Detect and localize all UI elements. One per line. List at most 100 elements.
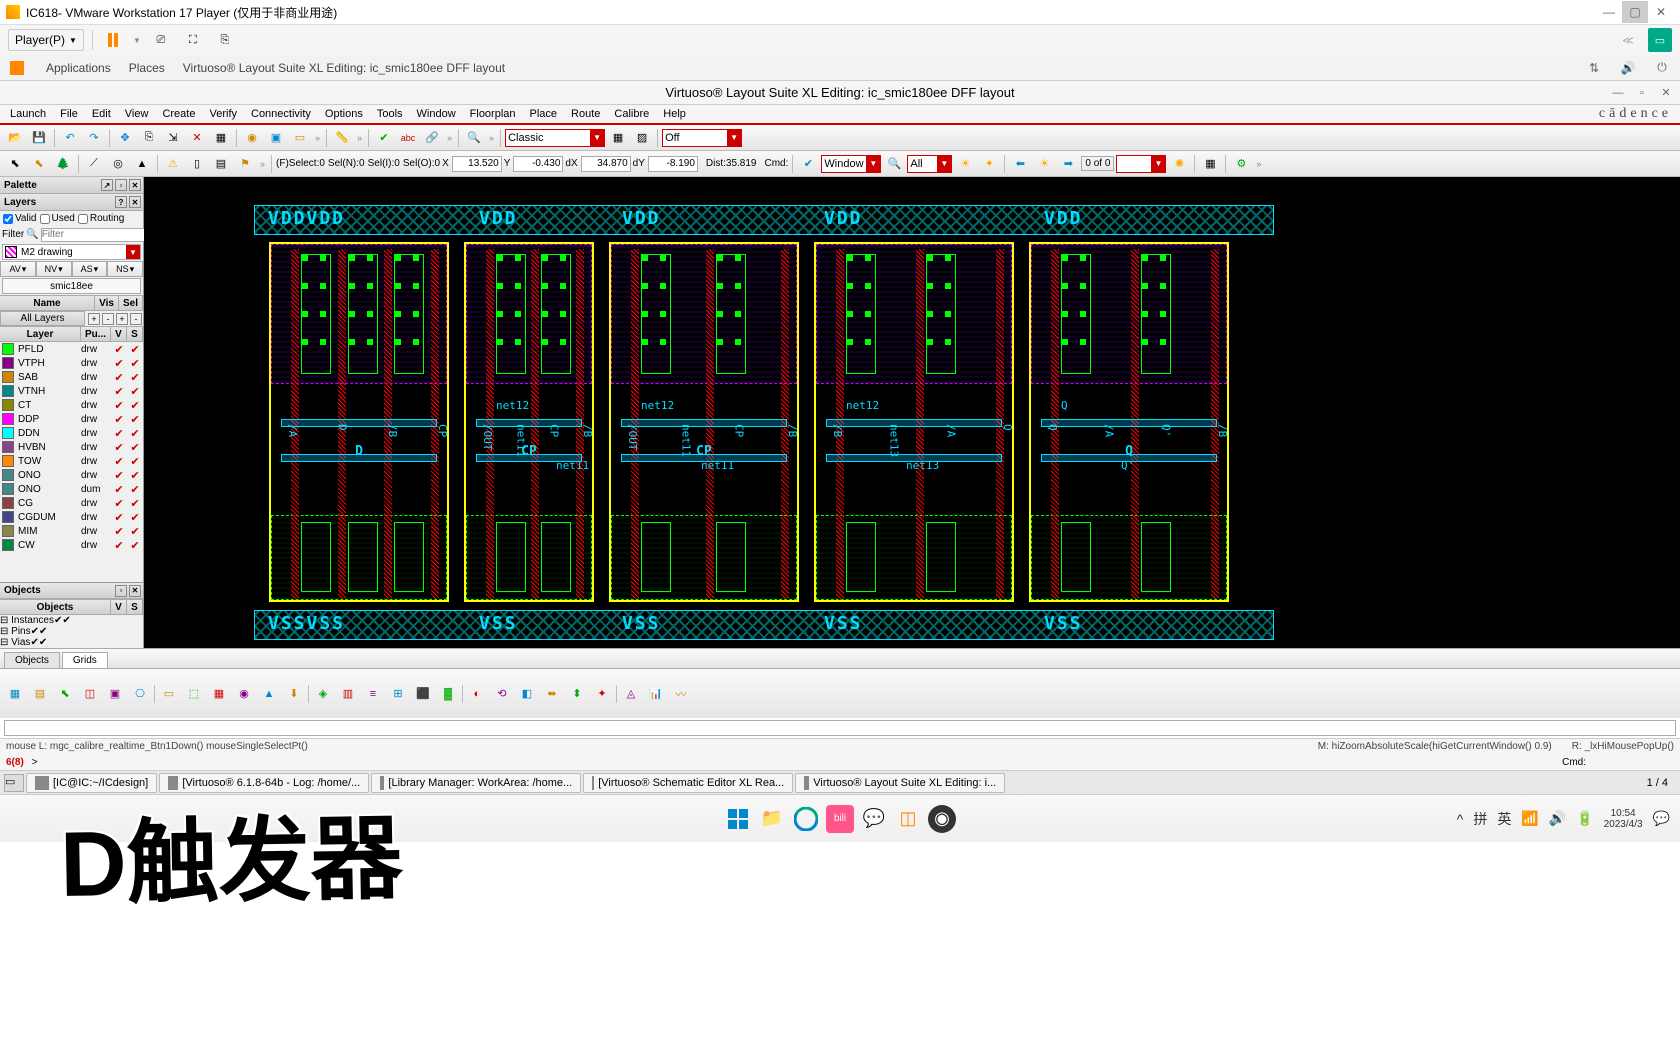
palette-close[interactable]: ✕ bbox=[129, 179, 141, 191]
ocol-v[interactable]: V bbox=[111, 600, 127, 614]
menu-launch[interactable]: Launch bbox=[4, 106, 52, 122]
move-icon[interactable]: ✥ bbox=[114, 128, 136, 148]
valid-check[interactable]: Valid bbox=[3, 213, 37, 224]
col-name[interactable]: Name bbox=[0, 296, 95, 310]
layer-list[interactable]: PFLDdrw✔✔VTPHdrw✔✔SABdrw✔✔VTNHdrw✔✔CTdrw… bbox=[0, 342, 143, 582]
wifi-icon[interactable]: 📶 bbox=[1521, 810, 1538, 827]
notif-icon[interactable]: 💬 bbox=[1653, 810, 1670, 827]
vmware-close[interactable]: ✕ bbox=[1648, 1, 1674, 23]
vmware-tb-icon[interactable]: ◫ bbox=[894, 805, 922, 833]
active-window-title[interactable]: Virtuoso® Layout Suite XL Editing: ic_sm… bbox=[183, 61, 505, 75]
tab-objects[interactable]: Objects bbox=[4, 652, 60, 668]
ime-lang[interactable]: 英 bbox=[1497, 809, 1511, 829]
menu-create[interactable]: Create bbox=[156, 106, 201, 122]
layers-opt[interactable]: ? bbox=[115, 196, 127, 208]
menu-connectivity[interactable]: Connectivity bbox=[245, 106, 317, 122]
bilibili-icon[interactable]: bili bbox=[826, 805, 854, 833]
routing-check[interactable]: Routing bbox=[78, 213, 124, 224]
back-icon[interactable]: ≪ bbox=[1616, 28, 1640, 52]
workspace-select[interactable]: Classic▼ bbox=[505, 129, 605, 147]
task-4[interactable]: Virtuoso® Layout Suite XL Editing: i... bbox=[795, 773, 1005, 793]
btm-tool-18[interactable]: ◐ bbox=[466, 684, 488, 704]
wire-icon[interactable]: ▭ bbox=[289, 128, 311, 148]
grid-icon[interactable]: ▦ bbox=[1199, 154, 1221, 174]
btm-tool-12[interactable]: ◈ bbox=[312, 684, 334, 704]
layer-row[interactable]: SABdrw✔✔ bbox=[0, 370, 143, 384]
tab-grids[interactable]: Grids bbox=[62, 652, 108, 668]
layers-close[interactable]: ✕ bbox=[129, 196, 141, 208]
menu-verify[interactable]: Verify bbox=[203, 106, 243, 122]
used-check[interactable]: Used bbox=[40, 213, 75, 224]
btm-tool-24[interactable]: ◬ bbox=[620, 684, 642, 704]
btm-tool-9[interactable]: ◉ bbox=[233, 684, 255, 704]
all-select[interactable]: All▼ bbox=[907, 155, 952, 173]
btm-tool-7[interactable]: ⬚ bbox=[183, 684, 205, 704]
path-icon[interactable]: ⟋ bbox=[83, 154, 105, 174]
col-s[interactable]: S bbox=[127, 327, 143, 341]
obs-icon[interactable]: ◉ bbox=[928, 805, 956, 833]
highlight-icon[interactable]: ⬉ bbox=[28, 154, 50, 174]
menu-view[interactable]: View bbox=[119, 106, 155, 122]
menu-floorplan[interactable]: Floorplan bbox=[464, 106, 522, 122]
palette-min[interactable]: ▫ bbox=[115, 179, 127, 191]
btm-tool-26[interactable]: 〰 bbox=[670, 684, 692, 704]
layer-row[interactable]: DDPdrw✔✔ bbox=[0, 412, 143, 426]
btm-tool-2[interactable]: ⬉ bbox=[54, 684, 76, 704]
vmware-maximize[interactable]: ▢ bbox=[1622, 1, 1648, 23]
zoom2-icon[interactable]: 🔍 bbox=[883, 154, 905, 174]
btm-tool-1[interactable]: ▤ bbox=[29, 684, 51, 704]
y-coord[interactable] bbox=[513, 156, 563, 172]
unity-icon[interactable]: ⎘ bbox=[213, 28, 237, 52]
menu-options[interactable]: Options bbox=[319, 106, 369, 122]
btm-tool-3[interactable]: ◫ bbox=[79, 684, 101, 704]
report-icon[interactable]: ▤ bbox=[210, 154, 232, 174]
flag-icon[interactable]: ⚑ bbox=[234, 154, 256, 174]
select-icon[interactable]: ⬉ bbox=[4, 154, 26, 174]
player-menu[interactable]: Player(P)▼ bbox=[8, 29, 84, 51]
target-icon[interactable]: ◎ bbox=[107, 154, 129, 174]
fullscreen-icon[interactable]: ⛶ bbox=[181, 28, 205, 52]
dx-coord[interactable] bbox=[581, 156, 631, 172]
layout-canvas[interactable]: VDDVDDVDDVDDVDDVDDVSSVSSVSSVSSVSSVSSD/AD… bbox=[144, 177, 1680, 648]
sun2-icon[interactable]: ☀ bbox=[1033, 154, 1055, 174]
obj-opt[interactable]: ▫ bbox=[115, 585, 127, 597]
object-row[interactable]: ⊟ Pins✔✔ bbox=[0, 626, 143, 637]
btm-tool-21[interactable]: ⬌ bbox=[541, 684, 563, 704]
x-coord[interactable] bbox=[452, 156, 502, 172]
btm-tool-8[interactable]: ▦ bbox=[208, 684, 230, 704]
sound-icon[interactable]: 🔊 bbox=[1549, 810, 1566, 827]
spark-icon[interactable]: ✦ bbox=[978, 154, 1000, 174]
ws-save-icon[interactable]: ▦ bbox=[607, 128, 629, 148]
layer-row[interactable]: CTdrw✔✔ bbox=[0, 398, 143, 412]
palette-undock[interactable]: ↗ bbox=[101, 179, 113, 191]
btm-tool-11[interactable]: ⬇ bbox=[283, 684, 305, 704]
battery-icon[interactable]: 🔋 bbox=[1576, 810, 1593, 827]
filter-search-icon[interactable]: 🔍 bbox=[26, 229, 38, 240]
start-icon[interactable] bbox=[724, 805, 752, 833]
wechat-icon[interactable]: 💬 bbox=[860, 805, 888, 833]
info-icon[interactable]: ▭ bbox=[1648, 28, 1672, 52]
task-1[interactable]: [Virtuoso® 6.1.8-64b - Log: /home/... bbox=[159, 773, 369, 793]
mode-select[interactable]: Off▼ bbox=[662, 129, 742, 147]
copy-icon[interactable]: ⎘ bbox=[138, 128, 160, 148]
av-button[interactable]: AV▾ bbox=[0, 261, 36, 277]
ruler-icon[interactable]: 📏 bbox=[331, 128, 353, 148]
layer-row[interactable]: VTPHdrw✔✔ bbox=[0, 356, 143, 370]
ime-icon[interactable]: 拼 bbox=[1473, 809, 1487, 829]
tray-chevron-icon[interactable]: ^ bbox=[1457, 811, 1464, 827]
btm-tool-15[interactable]: ⊞ bbox=[387, 684, 409, 704]
network-icon[interactable]: ⇅ bbox=[1586, 60, 1602, 76]
col-vis[interactable]: Vis bbox=[95, 296, 119, 310]
btm-tool-23[interactable]: ✦ bbox=[591, 684, 613, 704]
next-icon[interactable]: ➡ bbox=[1057, 154, 1079, 174]
layer-row[interactable]: PFLDdrw✔✔ bbox=[0, 342, 143, 356]
clock[interactable]: 10:542023/4/3 bbox=[1604, 808, 1643, 830]
check2-icon[interactable]: ✔ bbox=[797, 154, 819, 174]
object-row[interactable]: ⊟ Instances✔✔ bbox=[0, 615, 143, 626]
send-cad-icon[interactable]: ⎚ bbox=[149, 28, 173, 52]
edge-icon[interactable] bbox=[792, 805, 820, 833]
layer-row[interactable]: CGDUMdrw✔✔ bbox=[0, 510, 143, 524]
other-icon[interactable]: ▲ bbox=[131, 154, 153, 174]
btm-tool-6[interactable]: ▭ bbox=[158, 684, 180, 704]
sel-plus[interactable]: + bbox=[116, 313, 128, 325]
